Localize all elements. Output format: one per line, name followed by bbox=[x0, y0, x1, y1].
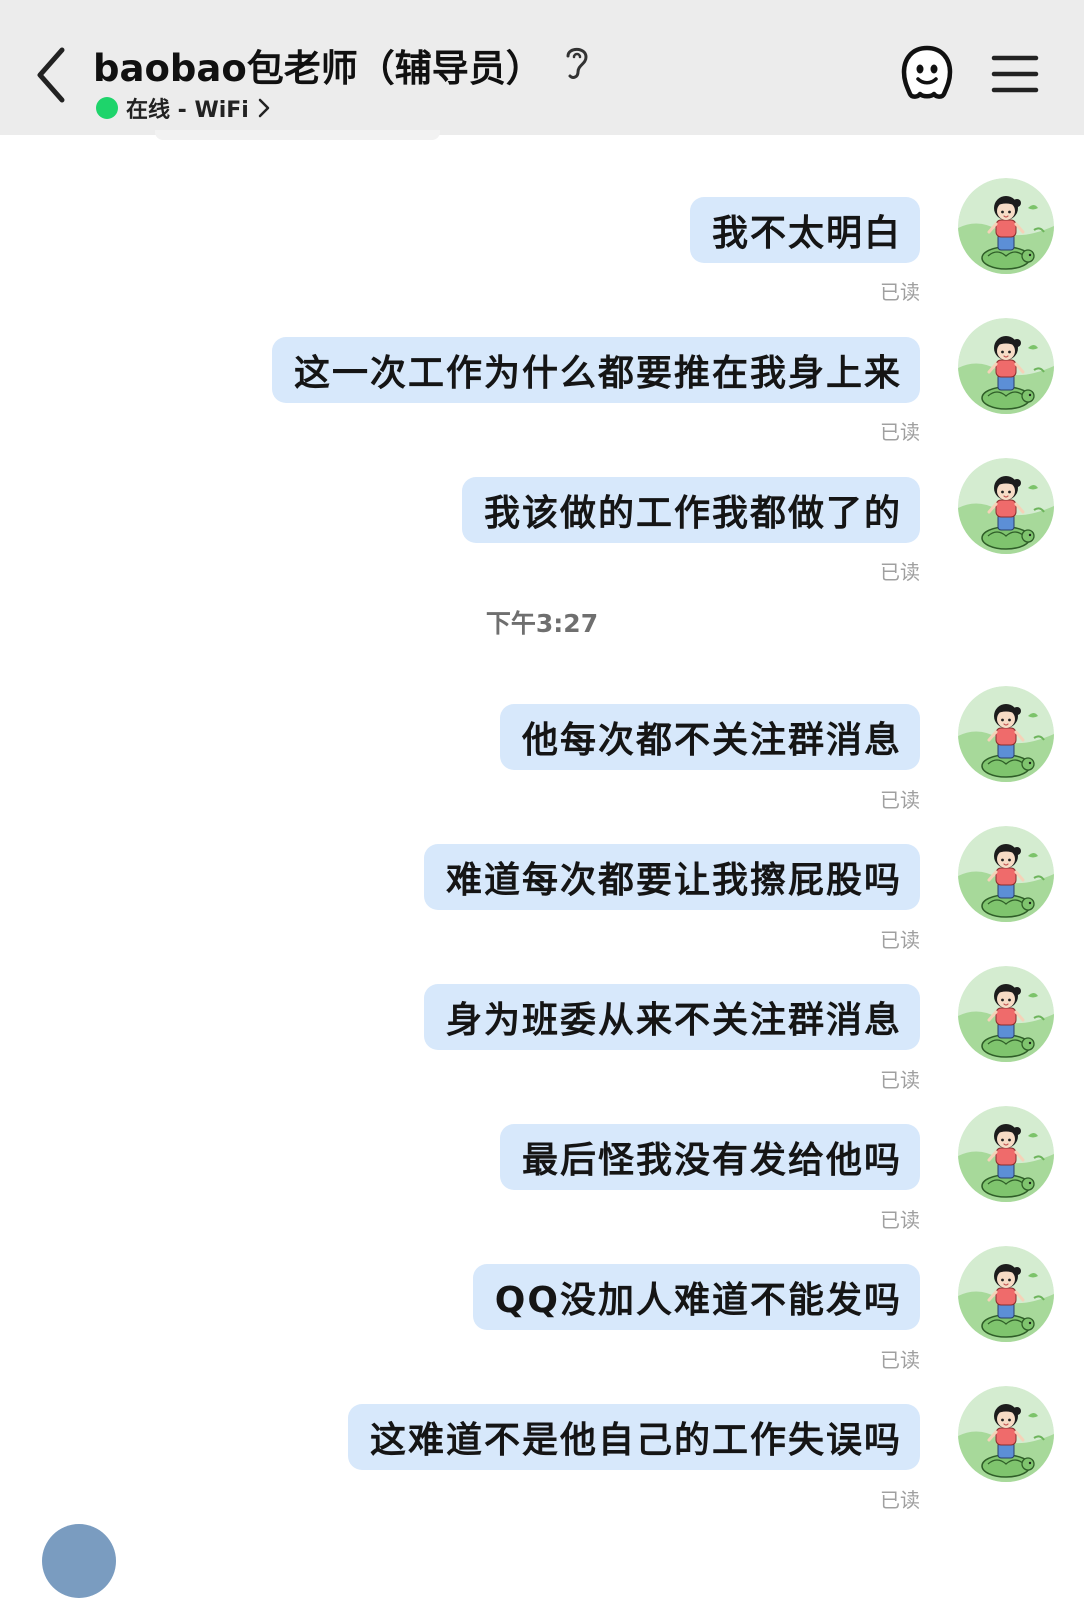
user-avatar[interactable] bbox=[958, 1246, 1054, 1342]
girl-on-turtle-icon bbox=[958, 826, 1054, 922]
user-avatar[interactable] bbox=[958, 826, 1054, 922]
user-avatar[interactable] bbox=[958, 1106, 1054, 1202]
girl-on-turtle-icon bbox=[958, 318, 1054, 414]
read-receipt: 已读 bbox=[880, 420, 920, 444]
status-text: 在线 - WiFi bbox=[126, 98, 249, 123]
message-bubble[interactable]: 我不太明白 bbox=[689, 197, 920, 263]
read-receipt: 已读 bbox=[880, 1488, 920, 1512]
read-receipt: 已读 bbox=[880, 1208, 920, 1232]
message-bubble[interactable]: 最后怪我没有发给他吗 bbox=[499, 1124, 920, 1190]
girl-on-turtle-icon bbox=[958, 1386, 1054, 1482]
girl-on-turtle-icon bbox=[958, 686, 1054, 782]
message-bubble[interactable]: 身为班委从来不关注群消息 bbox=[423, 984, 920, 1050]
hamburger-menu-icon[interactable] bbox=[990, 52, 1040, 96]
message-bubble[interactable]: QQ没加人难道不能发吗 bbox=[472, 1264, 920, 1330]
read-receipt: 已读 bbox=[880, 788, 920, 812]
user-avatar[interactable] bbox=[958, 458, 1054, 554]
user-avatar[interactable] bbox=[958, 966, 1054, 1062]
user-avatar[interactable] bbox=[958, 686, 1054, 782]
girl-on-turtle-icon bbox=[958, 458, 1054, 554]
chevron-right-icon bbox=[258, 98, 270, 118]
read-receipt: 已读 bbox=[880, 1068, 920, 1092]
message-bubble[interactable]: 这难道不是他自己的工作失误吗 bbox=[347, 1404, 920, 1470]
robot-face-icon[interactable] bbox=[896, 42, 958, 104]
online-status[interactable]: 在线 - WiFi bbox=[96, 92, 271, 124]
read-receipt: 已读 bbox=[880, 1348, 920, 1372]
ear-icon[interactable] bbox=[560, 42, 594, 82]
chat-header: baobao包老师（辅导员） 在线 - WiFi bbox=[0, 0, 1084, 135]
timestamp-divider: 下午3:27 bbox=[485, 609, 599, 638]
user-avatar[interactable] bbox=[958, 1386, 1054, 1482]
message-bubble[interactable]: 这一次工作为什么都要推在我身上来 bbox=[271, 337, 920, 403]
girl-on-turtle-icon bbox=[958, 1246, 1054, 1342]
online-dot-icon bbox=[96, 97, 118, 119]
girl-on-turtle-icon bbox=[958, 178, 1054, 274]
message-bubble[interactable]: 难道每次都要让我擦屁股吗 bbox=[423, 844, 920, 910]
message-bubble[interactable]: 他每次都不关注群消息 bbox=[499, 704, 920, 770]
read-receipt: 已读 bbox=[880, 928, 920, 952]
contact-name[interactable]: baobao包老师（辅导员） bbox=[93, 38, 543, 92]
user-avatar[interactable] bbox=[958, 178, 1054, 274]
message-bubble[interactable]: 我该做的工作我都做了的 bbox=[461, 477, 920, 543]
contact-avatar[interactable] bbox=[42, 1524, 116, 1598]
back-button[interactable] bbox=[28, 40, 76, 110]
girl-on-turtle-icon bbox=[958, 966, 1054, 1062]
girl-on-turtle-icon bbox=[958, 1106, 1054, 1202]
read-receipt: 已读 bbox=[880, 560, 920, 584]
user-avatar[interactable] bbox=[958, 318, 1054, 414]
previous-message-edge bbox=[155, 130, 440, 140]
read-receipt: 已读 bbox=[880, 280, 920, 304]
